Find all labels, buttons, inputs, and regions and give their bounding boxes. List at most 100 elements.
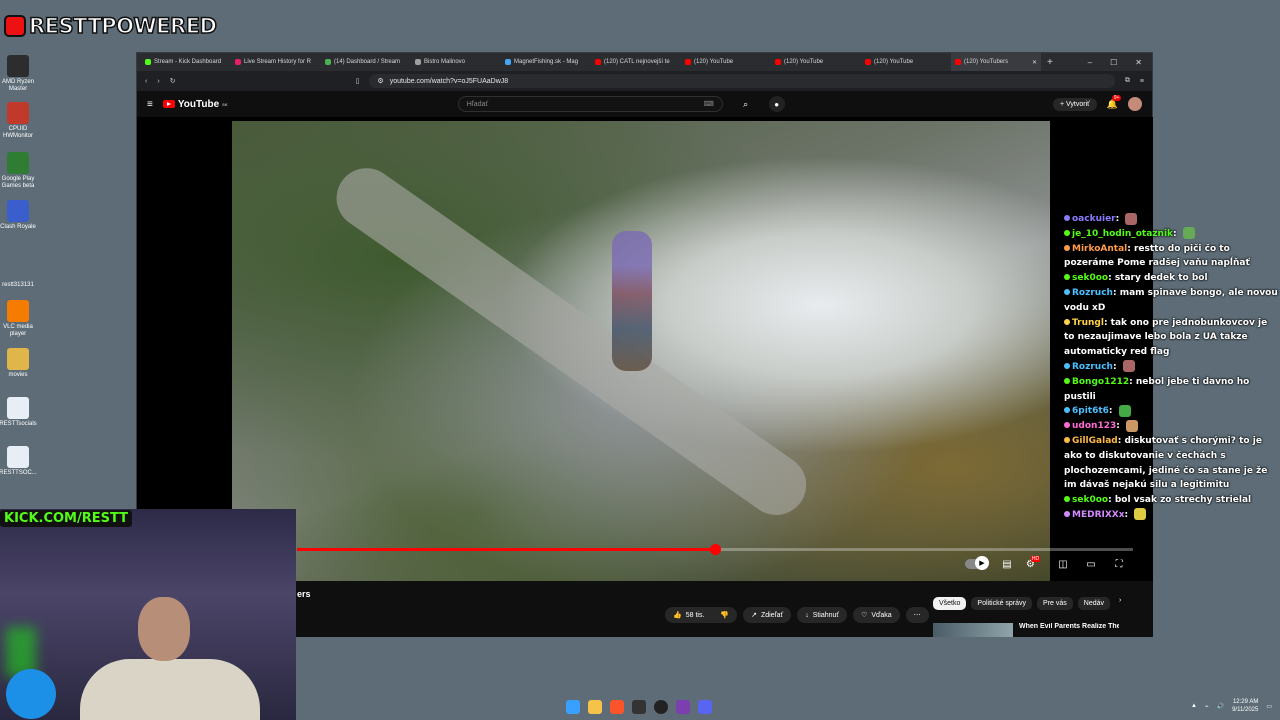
- tab-label: (120) CATL nejnovejší te: [604, 59, 670, 65]
- discord-icon[interactable]: [698, 700, 712, 714]
- video-scene-trunk: [324, 156, 818, 527]
- theater-mode-icon[interactable]: ▭: [1083, 557, 1099, 571]
- search-button[interactable]: ⌕: [733, 96, 759, 112]
- extensions-icon[interactable]: ⧉: [1125, 77, 1130, 85]
- chat-username[interactable]: Bongo1212: [1072, 377, 1129, 387]
- desktop-icon[interactable]: Clash Royale: [0, 200, 36, 231]
- share-button[interactable]: ↗ Zdieľať: [743, 607, 792, 623]
- avatar[interactable]: [1128, 97, 1142, 111]
- chat-username[interactable]: Rozruch: [1072, 362, 1113, 372]
- chip-all[interactable]: Všetko: [933, 597, 967, 610]
- back-icon[interactable]: ‹: [145, 78, 147, 85]
- thanks-button[interactable]: ♡ Vďaka: [853, 607, 900, 623]
- webcam-person-head: [138, 597, 190, 661]
- chat-username[interactable]: Rozruch: [1072, 288, 1113, 298]
- chat-username[interactable]: MirkoAntal: [1072, 244, 1127, 254]
- create-button[interactable]: + Vytvoriť: [1052, 97, 1097, 111]
- browser-tab[interactable]: (120) YouTube: [771, 53, 861, 71]
- miniplayer-icon[interactable]: ◫: [1055, 557, 1071, 571]
- settings-icon[interactable]: ⚙ HD: [1026, 556, 1043, 571]
- forward-icon[interactable]: ›: [157, 78, 159, 85]
- fullscreen-icon[interactable]: ⛶: [1111, 557, 1127, 571]
- chevron-right-icon[interactable]: ›: [1119, 597, 1121, 610]
- url-field[interactable]: ⚙ youtube.com/watch?v=oJ5FUAaDwJ8: [369, 74, 1115, 88]
- desktop-icon[interactable]: movies: [0, 348, 36, 379]
- chat-username[interactable]: MEDRIXXx: [1072, 510, 1125, 520]
- chat-username[interactable]: 6pit6t6: [1072, 406, 1109, 416]
- keyboard-icon[interactable]: ⌨: [704, 100, 714, 108]
- download-button[interactable]: ↓ Stiahnuť: [797, 607, 848, 623]
- app-icon[interactable]: [676, 700, 690, 714]
- terminal-icon[interactable]: [632, 700, 646, 714]
- share-icon: ↗: [751, 612, 757, 619]
- clock[interactable]: 12:29 AM 9/11/2025: [1232, 698, 1258, 714]
- desktop-icon[interactable]: VLC media player: [0, 300, 36, 338]
- desktop-icon-label: RESTTSOC...: [0, 470, 37, 476]
- chip-political[interactable]: Politické správy: [971, 597, 1033, 610]
- chat-message: GillGalad: diskutovať s chorými? to je a…: [1064, 434, 1278, 493]
- volume-icon[interactable]: 🔊: [1217, 703, 1224, 710]
- chip-recent[interactable]: Nedáv: [1077, 597, 1111, 610]
- browser-tab[interactable]: (120) YouTubers ✕: [951, 53, 1041, 71]
- chat-separator: :: [1129, 376, 1136, 387]
- progress-scrubber[interactable]: [710, 544, 721, 555]
- minimize-button[interactable]: –: [1088, 58, 1092, 67]
- progress-bar[interactable]: [297, 544, 1133, 555]
- close-tab-icon[interactable]: ✕: [1032, 59, 1037, 66]
- chat-username[interactable]: GillGalad: [1072, 436, 1118, 446]
- hamburger-menu-icon[interactable]: ≡: [147, 99, 153, 110]
- search-input[interactable]: Hľadať ⌨: [457, 96, 723, 112]
- browser-tab[interactable]: Stream - Kick Dashboard: [141, 53, 231, 71]
- desktop-icon[interactable]: Google Play Games beta: [0, 152, 36, 190]
- new-tab-button[interactable]: +: [1047, 57, 1053, 68]
- chat-message: 6pit6t6:: [1064, 404, 1278, 419]
- chat-username[interactable]: je_10_hodin_otaznik: [1072, 229, 1173, 239]
- autoplay-toggle[interactable]: [965, 556, 989, 570]
- chat-username[interactable]: udon123: [1072, 421, 1116, 431]
- browser-tab[interactable]: Bistro Malinovo: [411, 53, 501, 71]
- youtube-logo[interactable]: YouTube SK: [162, 98, 228, 110]
- brave-browser-icon[interactable]: [610, 700, 624, 714]
- browser-tab[interactable]: (120) CATL nejnovejší te: [591, 53, 681, 71]
- browser-tab[interactable]: MagnetFishing.sk - Mag: [501, 53, 591, 71]
- close-window-button[interactable]: ✕: [1135, 58, 1142, 67]
- notifications-button[interactable]: 🔔 9+: [1107, 94, 1122, 110]
- browser-tab[interactable]: (120) YouTube: [681, 53, 771, 71]
- obs-icon[interactable]: [654, 700, 668, 714]
- site-info-icon[interactable]: ⚙: [377, 77, 383, 85]
- dislike-icon[interactable]: 👎: [720, 611, 729, 619]
- chat-username[interactable]: oackuier: [1072, 214, 1116, 224]
- bookmark-icon[interactable]: ▯: [356, 77, 360, 85]
- tab-favicon-icon: [505, 59, 511, 65]
- tab-favicon-icon: [955, 59, 961, 65]
- maximize-button[interactable]: ☐: [1110, 58, 1117, 67]
- video-frame[interactable]: [232, 121, 1050, 581]
- tray-expand-icon[interactable]: ▲: [1191, 703, 1197, 709]
- chip-for-you[interactable]: Pre vás: [1037, 597, 1073, 610]
- youtube-logo-text: YouTube: [177, 98, 220, 110]
- notifications-center-icon[interactable]: ▭: [1266, 703, 1272, 710]
- chat-username[interactable]: sek0oo: [1072, 495, 1108, 505]
- like-button[interactable]: 👍 58 tis. 👎: [665, 607, 738, 623]
- chat-username[interactable]: Trungl: [1072, 318, 1104, 328]
- browser-tab[interactable]: Live Stream History for R: [231, 53, 321, 71]
- desktop-icon[interactable]: RESTTSOC...: [0, 446, 37, 477]
- windows-start-icon[interactable]: [566, 700, 580, 714]
- rec-thumbnail[interactable]: [933, 623, 1013, 637]
- tab-label: (120) YouTube: [874, 59, 914, 65]
- file-explorer-icon[interactable]: [588, 700, 602, 714]
- desktop-icon[interactable]: RESTTsocials: [0, 397, 37, 428]
- desktop-icon[interactable]: restt313131: [0, 258, 36, 289]
- network-icon[interactable]: ⌁: [1205, 703, 1209, 710]
- voice-search-button[interactable]: ●: [768, 96, 785, 112]
- more-actions-button[interactable]: ⋯: [905, 607, 929, 623]
- desktop-icon[interactable]: CPUID HWMonitor: [0, 102, 36, 140]
- browser-tab[interactable]: (14) Dashboard / Stream: [321, 53, 411, 71]
- desktop-icon[interactable]: AMD Ryzen Master: [0, 55, 36, 93]
- recommended-video[interactable]: When Evil Parents Realize They've Been C…: [933, 623, 1119, 637]
- subtitles-icon[interactable]: ▤: [999, 557, 1015, 571]
- browser-tab[interactable]: (120) YouTube: [861, 53, 951, 71]
- reload-icon[interactable]: ↻: [170, 77, 176, 85]
- chat-username[interactable]: sek0oo: [1072, 273, 1108, 283]
- menu-icon[interactable]: ≡: [1140, 78, 1144, 85]
